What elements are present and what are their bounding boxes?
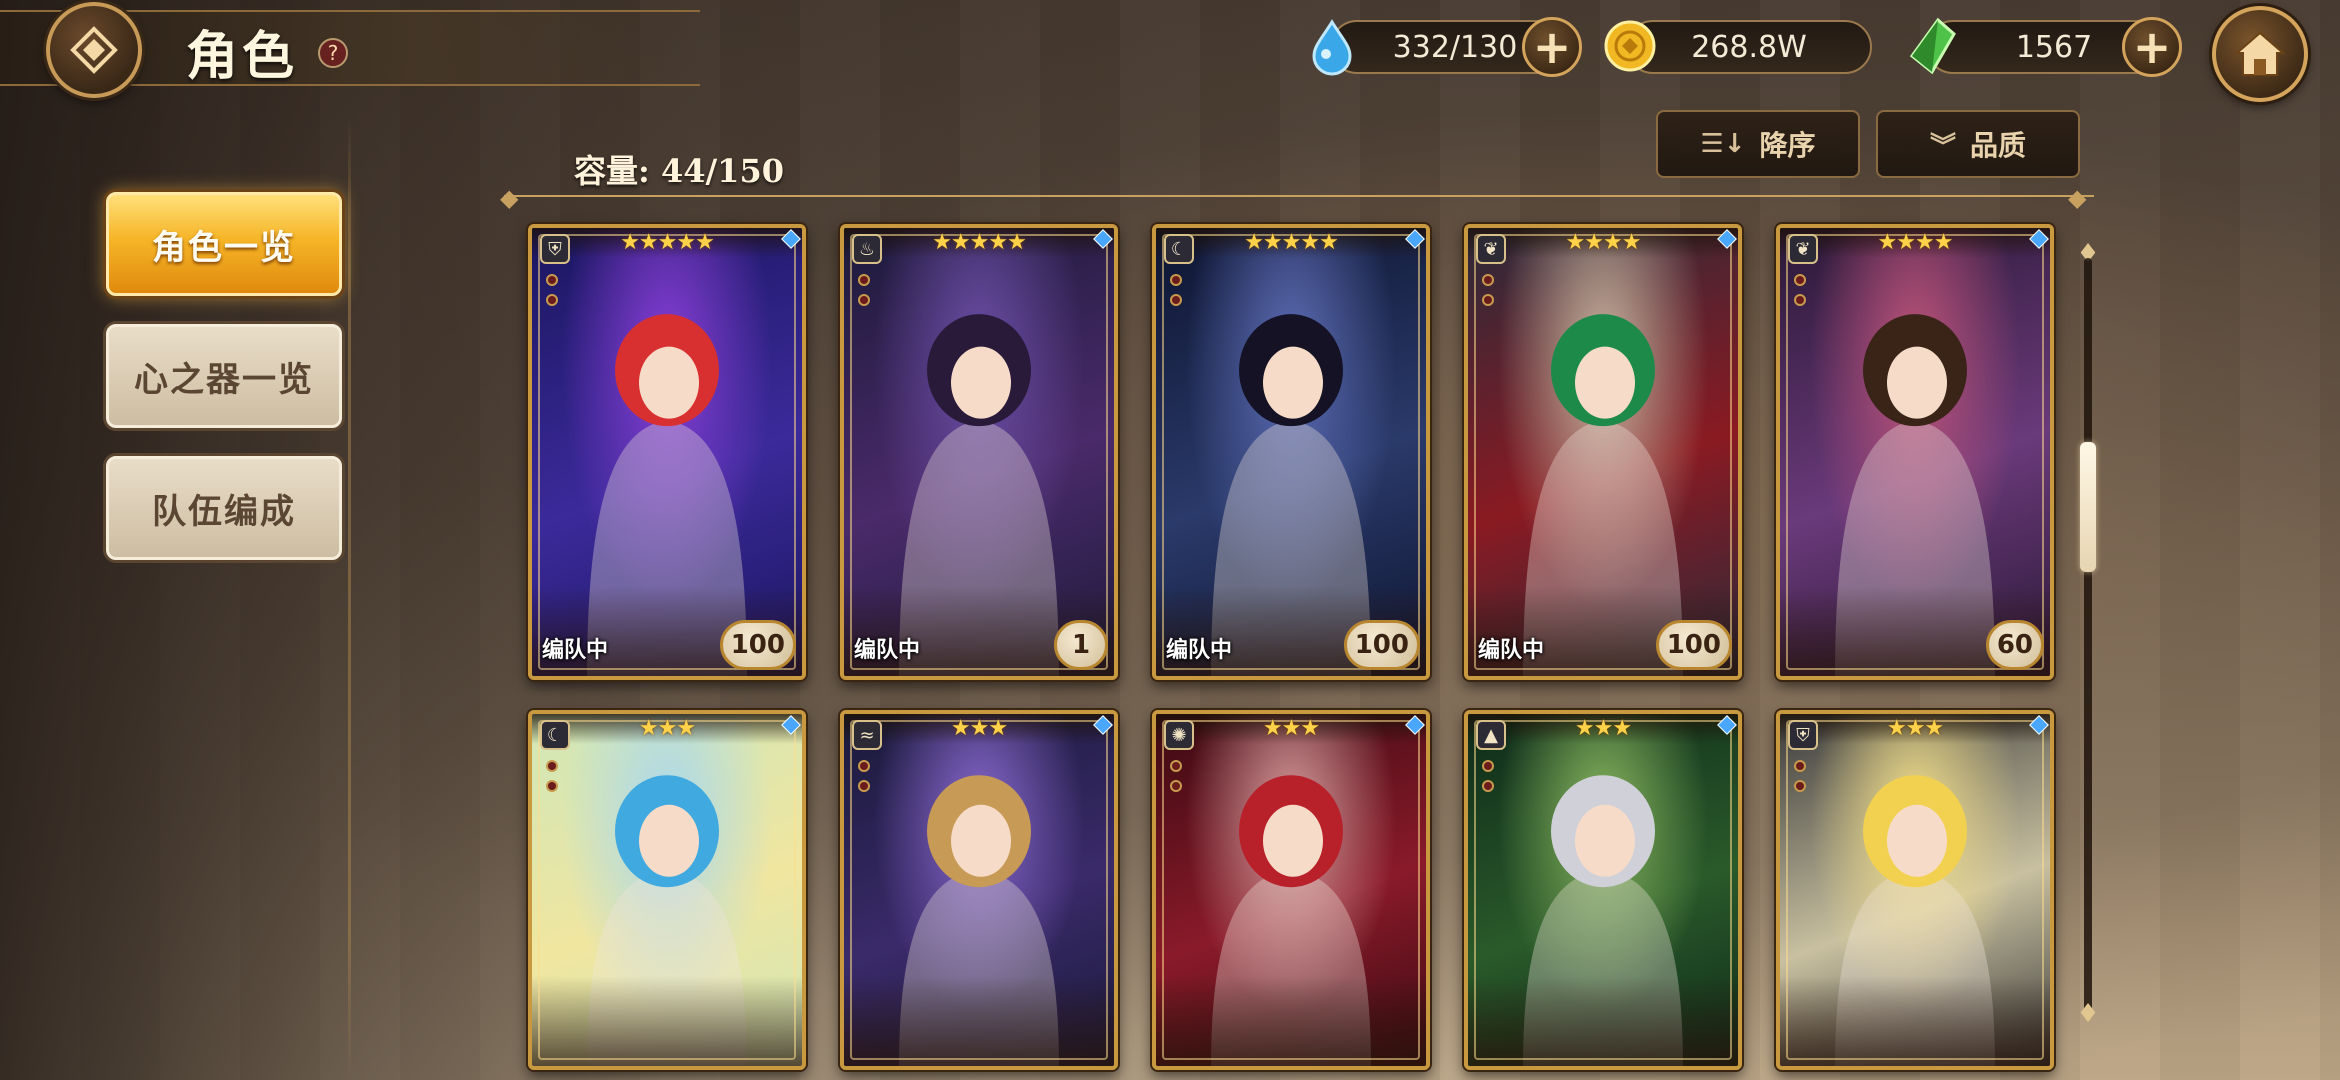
stamina-value: 332/130 bbox=[1393, 30, 1518, 65]
level-badge: 60 bbox=[1986, 620, 2044, 670]
skill-slot-icon bbox=[546, 274, 558, 286]
gold-value: 268.8W bbox=[1691, 30, 1807, 65]
page-title: 角色 bbox=[186, 14, 298, 89]
skill-slot-icon bbox=[1482, 274, 1494, 286]
sidebar-item-character-list[interactable]: 角色一览 bbox=[106, 192, 342, 296]
sidebar-divider bbox=[348, 115, 351, 1080]
skill-slot-icon bbox=[1170, 760, 1182, 772]
skill-slot-icon bbox=[1170, 274, 1182, 286]
sidebar-item-heart-vessel-list[interactable]: 心之器一览 bbox=[106, 324, 342, 428]
sort-order-label: 降序 bbox=[1760, 124, 1816, 164]
rarity-stars: ★★★ bbox=[1468, 716, 1738, 741]
card-frame bbox=[1162, 720, 1420, 1060]
skill-slot-icon bbox=[1794, 294, 1806, 306]
card-frame bbox=[1474, 234, 1732, 670]
quality-filter-label: 品质 bbox=[1970, 124, 2026, 164]
rarity-stars: ★★★★ bbox=[1468, 230, 1738, 255]
skill-slot-icon bbox=[546, 780, 558, 792]
water-drop-icon bbox=[1302, 16, 1362, 76]
card-frame bbox=[850, 720, 1108, 1060]
card-frame bbox=[1786, 720, 2044, 1060]
rarity-stars: ★★★ bbox=[1156, 716, 1426, 741]
add-stamina-button[interactable]: + bbox=[1522, 17, 1582, 77]
help-icon[interactable]: ? bbox=[318, 38, 348, 68]
sidebar-item-team-formation[interactable]: 队伍编成 bbox=[106, 456, 342, 560]
character-card[interactable]: ✺★★★ bbox=[1152, 710, 1430, 1070]
rarity-stars: ★★★★★ bbox=[532, 230, 802, 255]
character-card[interactable]: ⛨★★★ bbox=[1776, 710, 2054, 1070]
skill-slot-icon bbox=[1482, 760, 1494, 772]
rarity-stars: ★★★ bbox=[844, 716, 1114, 741]
skill-slot-icon bbox=[1794, 274, 1806, 286]
diamond-back-icon bbox=[67, 23, 121, 77]
level-badge: 100 bbox=[1344, 620, 1420, 670]
character-card[interactable]: ❦★★★★编队中100 bbox=[1464, 224, 1742, 680]
character-card[interactable]: ♨★★★★★编队中1 bbox=[840, 224, 1118, 680]
skill-slot-icon bbox=[858, 760, 870, 772]
skill-slot-icon bbox=[1170, 780, 1182, 792]
quality-filter-button[interactable]: ︾ 品质 bbox=[1876, 110, 2080, 178]
character-card[interactable]: ≈★★★ bbox=[840, 710, 1118, 1070]
gem-value: 1567 bbox=[2016, 30, 2092, 65]
rarity-stars: ★★★ bbox=[1780, 716, 2050, 741]
capacity-label: 容量: 44/150 bbox=[574, 146, 784, 192]
sort-descending-icon: ☰↓ bbox=[1700, 129, 1745, 159]
character-card[interactable]: ☾★★★ bbox=[528, 710, 806, 1070]
skill-slot-icon bbox=[858, 294, 870, 306]
rarity-stars: ★★★★ bbox=[1780, 230, 2050, 255]
home-icon bbox=[2231, 25, 2289, 83]
rarity-stars: ★★★★★ bbox=[1156, 230, 1426, 255]
add-gem-button[interactable]: + bbox=[2122, 17, 2182, 77]
ornament-left: ◆ bbox=[500, 184, 518, 212]
skill-slot-icon bbox=[1482, 780, 1494, 792]
level-badge: 1 bbox=[1054, 620, 1108, 670]
in-team-label: 编队中 bbox=[854, 632, 920, 664]
rarity-stars: ★★★★★ bbox=[844, 230, 1114, 255]
scrollbar-track[interactable] bbox=[2084, 258, 2092, 1012]
card-frame bbox=[538, 234, 796, 670]
card-frame bbox=[1786, 234, 2044, 670]
skill-slot-icon bbox=[546, 760, 558, 772]
sort-order-button[interactable]: ☰↓ 降序 bbox=[1656, 110, 1860, 178]
green-crystal-icon bbox=[1902, 16, 1962, 76]
rarity-stars: ★★★ bbox=[532, 716, 802, 741]
skill-slot-icon bbox=[1794, 780, 1806, 792]
character-card[interactable]: ⛨★★★★★编队中100 bbox=[528, 224, 806, 680]
back-button[interactable] bbox=[46, 2, 142, 98]
ornament-divider bbox=[504, 193, 2094, 199]
skill-slot-icon bbox=[1794, 760, 1806, 772]
character-card[interactable]: ❦★★★★60 bbox=[1776, 224, 2054, 680]
in-team-label: 编队中 bbox=[542, 632, 608, 664]
home-button[interactable] bbox=[2212, 6, 2308, 102]
scrollbar-thumb[interactable] bbox=[2080, 442, 2096, 572]
skill-slot-icon bbox=[1170, 294, 1182, 306]
chevron-double-down-icon: ︾ bbox=[1930, 126, 1956, 163]
character-card[interactable]: ☾★★★★★编队中100 bbox=[1152, 224, 1430, 680]
character-card[interactable]: ▲★★★ bbox=[1464, 710, 1742, 1070]
level-badge: 100 bbox=[720, 620, 796, 670]
card-frame bbox=[850, 234, 1108, 670]
skill-slot-icon bbox=[858, 274, 870, 286]
skill-slot-icon bbox=[546, 294, 558, 306]
ornament-right: ◆ bbox=[2068, 184, 2086, 212]
card-frame bbox=[1474, 720, 1732, 1060]
card-frame bbox=[1162, 234, 1420, 670]
skill-slot-icon bbox=[858, 780, 870, 792]
level-badge: 100 bbox=[1656, 620, 1732, 670]
in-team-label: 编队中 bbox=[1478, 632, 1544, 664]
scroll-bottom-cap: ♦ bbox=[2074, 1000, 2102, 1028]
card-frame bbox=[538, 720, 796, 1060]
skill-slot-icon bbox=[1482, 294, 1494, 306]
in-team-label: 编队中 bbox=[1166, 632, 1232, 664]
gold-counter: 268.8W bbox=[1626, 20, 1872, 74]
gold-coin-icon bbox=[1600, 16, 1660, 76]
